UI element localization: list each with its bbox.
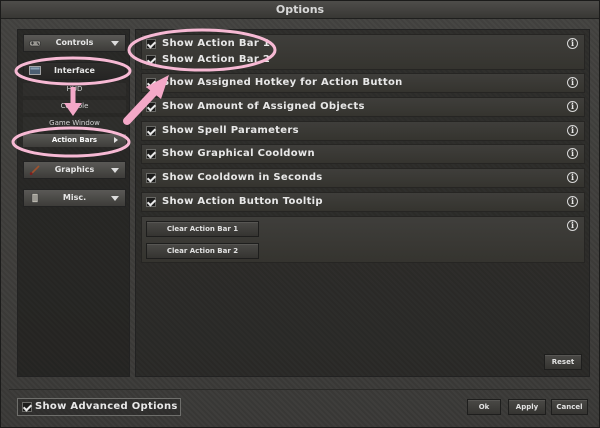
- sidebar-item-interface[interactable]: Interface: [23, 62, 126, 80]
- gamepad-icon: [29, 40, 41, 47]
- footer: Show Advanced Options Ok Apply Cancel: [9, 389, 591, 421]
- cancel-button[interactable]: Cancel: [551, 399, 588, 415]
- options-window: Options Controls Interface HUD Console G…: [0, 0, 600, 428]
- option-row: Show Cooldown in Seconds i: [141, 168, 585, 188]
- checkbox-checked[interactable]: [22, 402, 32, 412]
- option-label: Show Action Bar 2: [162, 54, 271, 65]
- info-icon[interactable]: i: [567, 101, 578, 112]
- sidebar-item-controls[interactable]: Controls: [23, 34, 126, 52]
- chevron-down-icon: [111, 41, 119, 46]
- option-label: Show Assigned Hotkey for Action Button: [162, 77, 403, 88]
- option-label: Show Advanced Options: [35, 401, 178, 412]
- checkbox-checked[interactable]: [146, 102, 156, 112]
- options-panel: Show Action Bar 1 Show Action Bar 2 i Sh…: [135, 29, 590, 377]
- checkbox-checked[interactable]: [146, 197, 156, 207]
- sidebar-item-label: Misc.: [62, 193, 87, 202]
- sidebar-subitem-game-window[interactable]: Game Window: [23, 117, 126, 130]
- option-row: Show Graphical Cooldown i: [141, 144, 585, 164]
- sidebar-item-label: Interface: [54, 66, 95, 75]
- clear-action-bar-2-button[interactable]: Clear Action Bar 2: [146, 243, 259, 259]
- chevron-down-icon: [111, 168, 119, 173]
- checkbox-checked[interactable]: [146, 126, 156, 136]
- sidebar-item-misc[interactable]: Misc.: [23, 189, 126, 207]
- clear-action-bar-1-button[interactable]: Clear Action Bar 1: [146, 221, 259, 237]
- option-label: Show Spell Parameters: [162, 125, 299, 136]
- info-icon[interactable]: i: [567, 196, 578, 207]
- checkbox-checked[interactable]: [146, 55, 156, 65]
- option-row: Show Amount of Assigned Objects i: [141, 97, 585, 117]
- option-label: Show Amount of Assigned Objects: [162, 101, 365, 112]
- reset-button[interactable]: Reset: [544, 354, 582, 370]
- sidebar-subitem-action-bars[interactable]: Action Bars: [23, 134, 126, 147]
- option-row: Show Spell Parameters i: [141, 121, 585, 141]
- checkbox-checked[interactable]: [146, 173, 156, 183]
- option-row: Show Action Button Tooltip i: [141, 192, 585, 212]
- window-title: Options: [1, 1, 599, 19]
- ok-button[interactable]: Ok: [467, 399, 501, 415]
- apply-button[interactable]: Apply: [508, 399, 546, 415]
- option-label: Show Graphical Cooldown: [162, 148, 315, 159]
- option-label: Show Action Bar 1: [162, 38, 271, 49]
- sidebar-item-label: Controls: [55, 38, 94, 47]
- sidebar-subitem-console[interactable]: Console: [23, 100, 126, 113]
- info-icon[interactable]: i: [567, 38, 578, 49]
- chevron-right-icon: [114, 137, 118, 143]
- monitor-icon: [29, 66, 41, 75]
- info-icon[interactable]: i: [567, 220, 578, 231]
- info-icon[interactable]: i: [567, 172, 578, 183]
- option-group-action-bars: Show Action Bar 1 Show Action Bar 2 i: [141, 34, 585, 70]
- info-icon[interactable]: i: [567, 77, 578, 88]
- checkbox-checked[interactable]: [146, 39, 156, 49]
- info-icon[interactable]: i: [567, 125, 578, 136]
- show-advanced-options-toggle[interactable]: Show Advanced Options: [17, 398, 181, 416]
- clear-action-bars-group: Clear Action Bar 1 Clear Action Bar 2 i: [141, 216, 585, 263]
- document-icon: [31, 193, 39, 203]
- checkbox-checked[interactable]: [146, 78, 156, 88]
- chevron-down-icon: [111, 196, 119, 201]
- sidebar-subitem-hud[interactable]: HUD: [23, 83, 126, 96]
- option-row: Show Assigned Hotkey for Action Button i: [141, 73, 585, 93]
- sidebar-item-label: Action Bars: [51, 136, 98, 144]
- sidebar-item-label: Graphics: [54, 165, 95, 174]
- option-label: Show Action Button Tooltip: [162, 196, 323, 207]
- sidebar: Controls Interface HUD Console Game Wind…: [17, 29, 130, 377]
- sidebar-item-graphics[interactable]: Graphics: [23, 161, 126, 179]
- checkbox-checked[interactable]: [146, 149, 156, 159]
- option-label: Show Cooldown in Seconds: [162, 172, 323, 183]
- brush-icon: [29, 165, 40, 175]
- info-icon[interactable]: i: [567, 148, 578, 159]
